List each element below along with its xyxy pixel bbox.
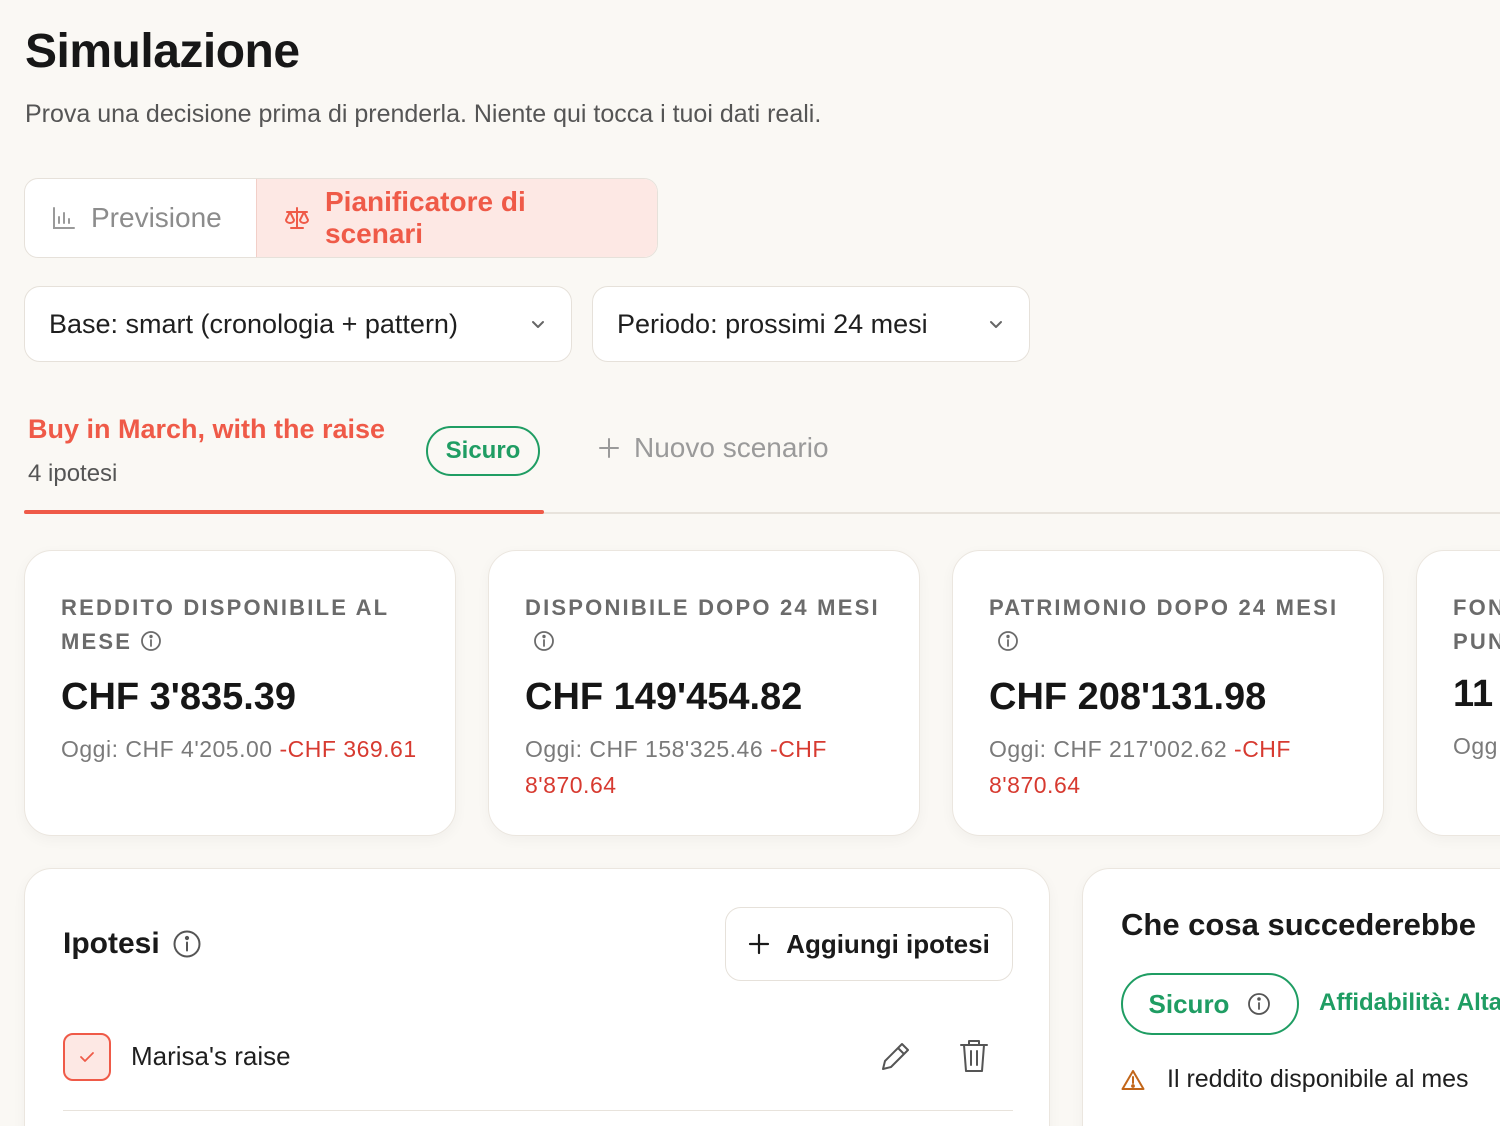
scale-icon: [285, 207, 309, 229]
kpi-label: PATRIMONIO DOPO 24 MESI: [989, 591, 1347, 662]
simulation-page: Simulazione Prova una decisione prima di…: [0, 0, 1500, 1126]
kpi-label: REDDITO DISPONIBILE AL MESE: [61, 591, 419, 662]
scenario-tab-subtitle: 4 ipotesi: [28, 460, 118, 487]
check-icon: [80, 1052, 94, 1062]
kpi-comparison: Oggi: CHF 4'205.00 -CHF 369.61: [61, 736, 417, 762]
mode-toggle: Previsione Pianificatore di scenari: [24, 178, 658, 258]
scenario-tab-title: Buy in March, with the raise: [28, 414, 386, 444]
info-icon[interactable]: [140, 628, 162, 662]
kpi-comparison: Ogg: [1453, 733, 1498, 759]
kpi-label: FON PUN: [1453, 595, 1500, 654]
kpi-label: DISPONIBILE DOPO 24 MESI: [525, 591, 883, 662]
kpi-card-net-worth-24m: PATRIMONIO DOPO 24 MESI CHF 208'131.98 O…: [952, 550, 1384, 836]
mode-forecast-button[interactable]: Previsione: [25, 179, 256, 257]
kpi-value: CHF 208'131.98: [989, 676, 1267, 718]
kpi-value: 11: [1453, 673, 1494, 715]
page-title: Simulazione: [25, 25, 300, 78]
period-select[interactable]: Periodo: prossimi 24 mesi: [592, 286, 1030, 362]
info-icon[interactable]: [172, 929, 202, 959]
new-scenario-label: Nuovo scenario: [634, 432, 829, 463]
delete-hypothesis-button[interactable]: [957, 1037, 991, 1080]
what-if-title: Che cosa succederebbe: [1121, 907, 1476, 942]
trash-icon: [960, 1040, 988, 1072]
base-select-value: Base: smart (cronologia + pattern): [49, 308, 458, 339]
kpi-card-available-24m: DISPONIBILE DOPO 24 MESI CHF 149'454.82 …: [488, 550, 920, 836]
kpi-card-partial: FON PUN 11 Ogg: [1416, 550, 1500, 836]
hypotheses-card: Ipotesi Aggiungi ipotesi Marisa's raise: [24, 868, 1050, 1126]
plus-icon: [749, 933, 770, 955]
hypothesis-row: Marisa's raise: [63, 1031, 1013, 1111]
kpi-comparison: Oggi: CHF 158'325.46 -CHF 8'870.64: [525, 736, 827, 798]
add-hypothesis-button[interactable]: Aggiungi ipotesi: [725, 907, 1013, 981]
new-scenario-button[interactable]: Nuovo scenario: [598, 432, 829, 464]
mode-forecast-label: Previsione: [91, 202, 222, 233]
kpi-value: CHF 3'835.39: [61, 676, 297, 718]
warning-icon: [1121, 1069, 1145, 1090]
hypothesis-checkbox[interactable]: [63, 1033, 111, 1081]
hypotheses-title: Ipotesi: [63, 927, 202, 961]
pencil-icon: [882, 1043, 909, 1070]
base-select[interactable]: Base: smart (cronologia + pattern): [24, 286, 572, 362]
kpi-delta: -CHF 369.61: [279, 736, 417, 762]
edit-hypothesis-button[interactable]: [877, 1039, 913, 1080]
mode-planner-button[interactable]: Pianificatore di scenari: [256, 179, 657, 257]
period-select-value: Periodo: prossimi 24 mesi: [617, 308, 928, 339]
warning-message: Il reddito disponibile al mes: [1121, 1065, 1469, 1094]
kpi-card-monthly-income: REDDITO DISPONIBILE AL MESE CHF 3'835.39…: [24, 550, 456, 836]
bar-chart-icon: [53, 207, 75, 229]
reliability-label: Affidabilità: Alta: [1319, 989, 1500, 1016]
info-icon: [1248, 993, 1271, 1015]
page-subtitle: Prova una decisione prima di prenderla. …: [25, 100, 822, 128]
chevron-down-icon: [990, 321, 1002, 328]
mode-planner-label: Pianificatore di scenari: [325, 186, 526, 249]
info-icon[interactable]: [533, 628, 555, 662]
scenario-status-badge: Sicuro: [426, 426, 540, 476]
hypothesis-label: Marisa's raise: [131, 1041, 291, 1071]
active-tab-indicator: [24, 510, 544, 514]
plus-icon: [599, 438, 619, 458]
chevron-down-icon: [532, 321, 544, 328]
kpi-comparison: Oggi: CHF 217'002.62 -CHF 8'870.64: [989, 736, 1291, 798]
what-if-status-badge[interactable]: Sicuro: [1121, 973, 1299, 1035]
what-if-card: Che cosa succederebbe Sicuro Affidabilit…: [1082, 868, 1500, 1126]
info-icon[interactable]: [997, 628, 1019, 662]
kpi-value: CHF 149'454.82: [525, 676, 803, 718]
